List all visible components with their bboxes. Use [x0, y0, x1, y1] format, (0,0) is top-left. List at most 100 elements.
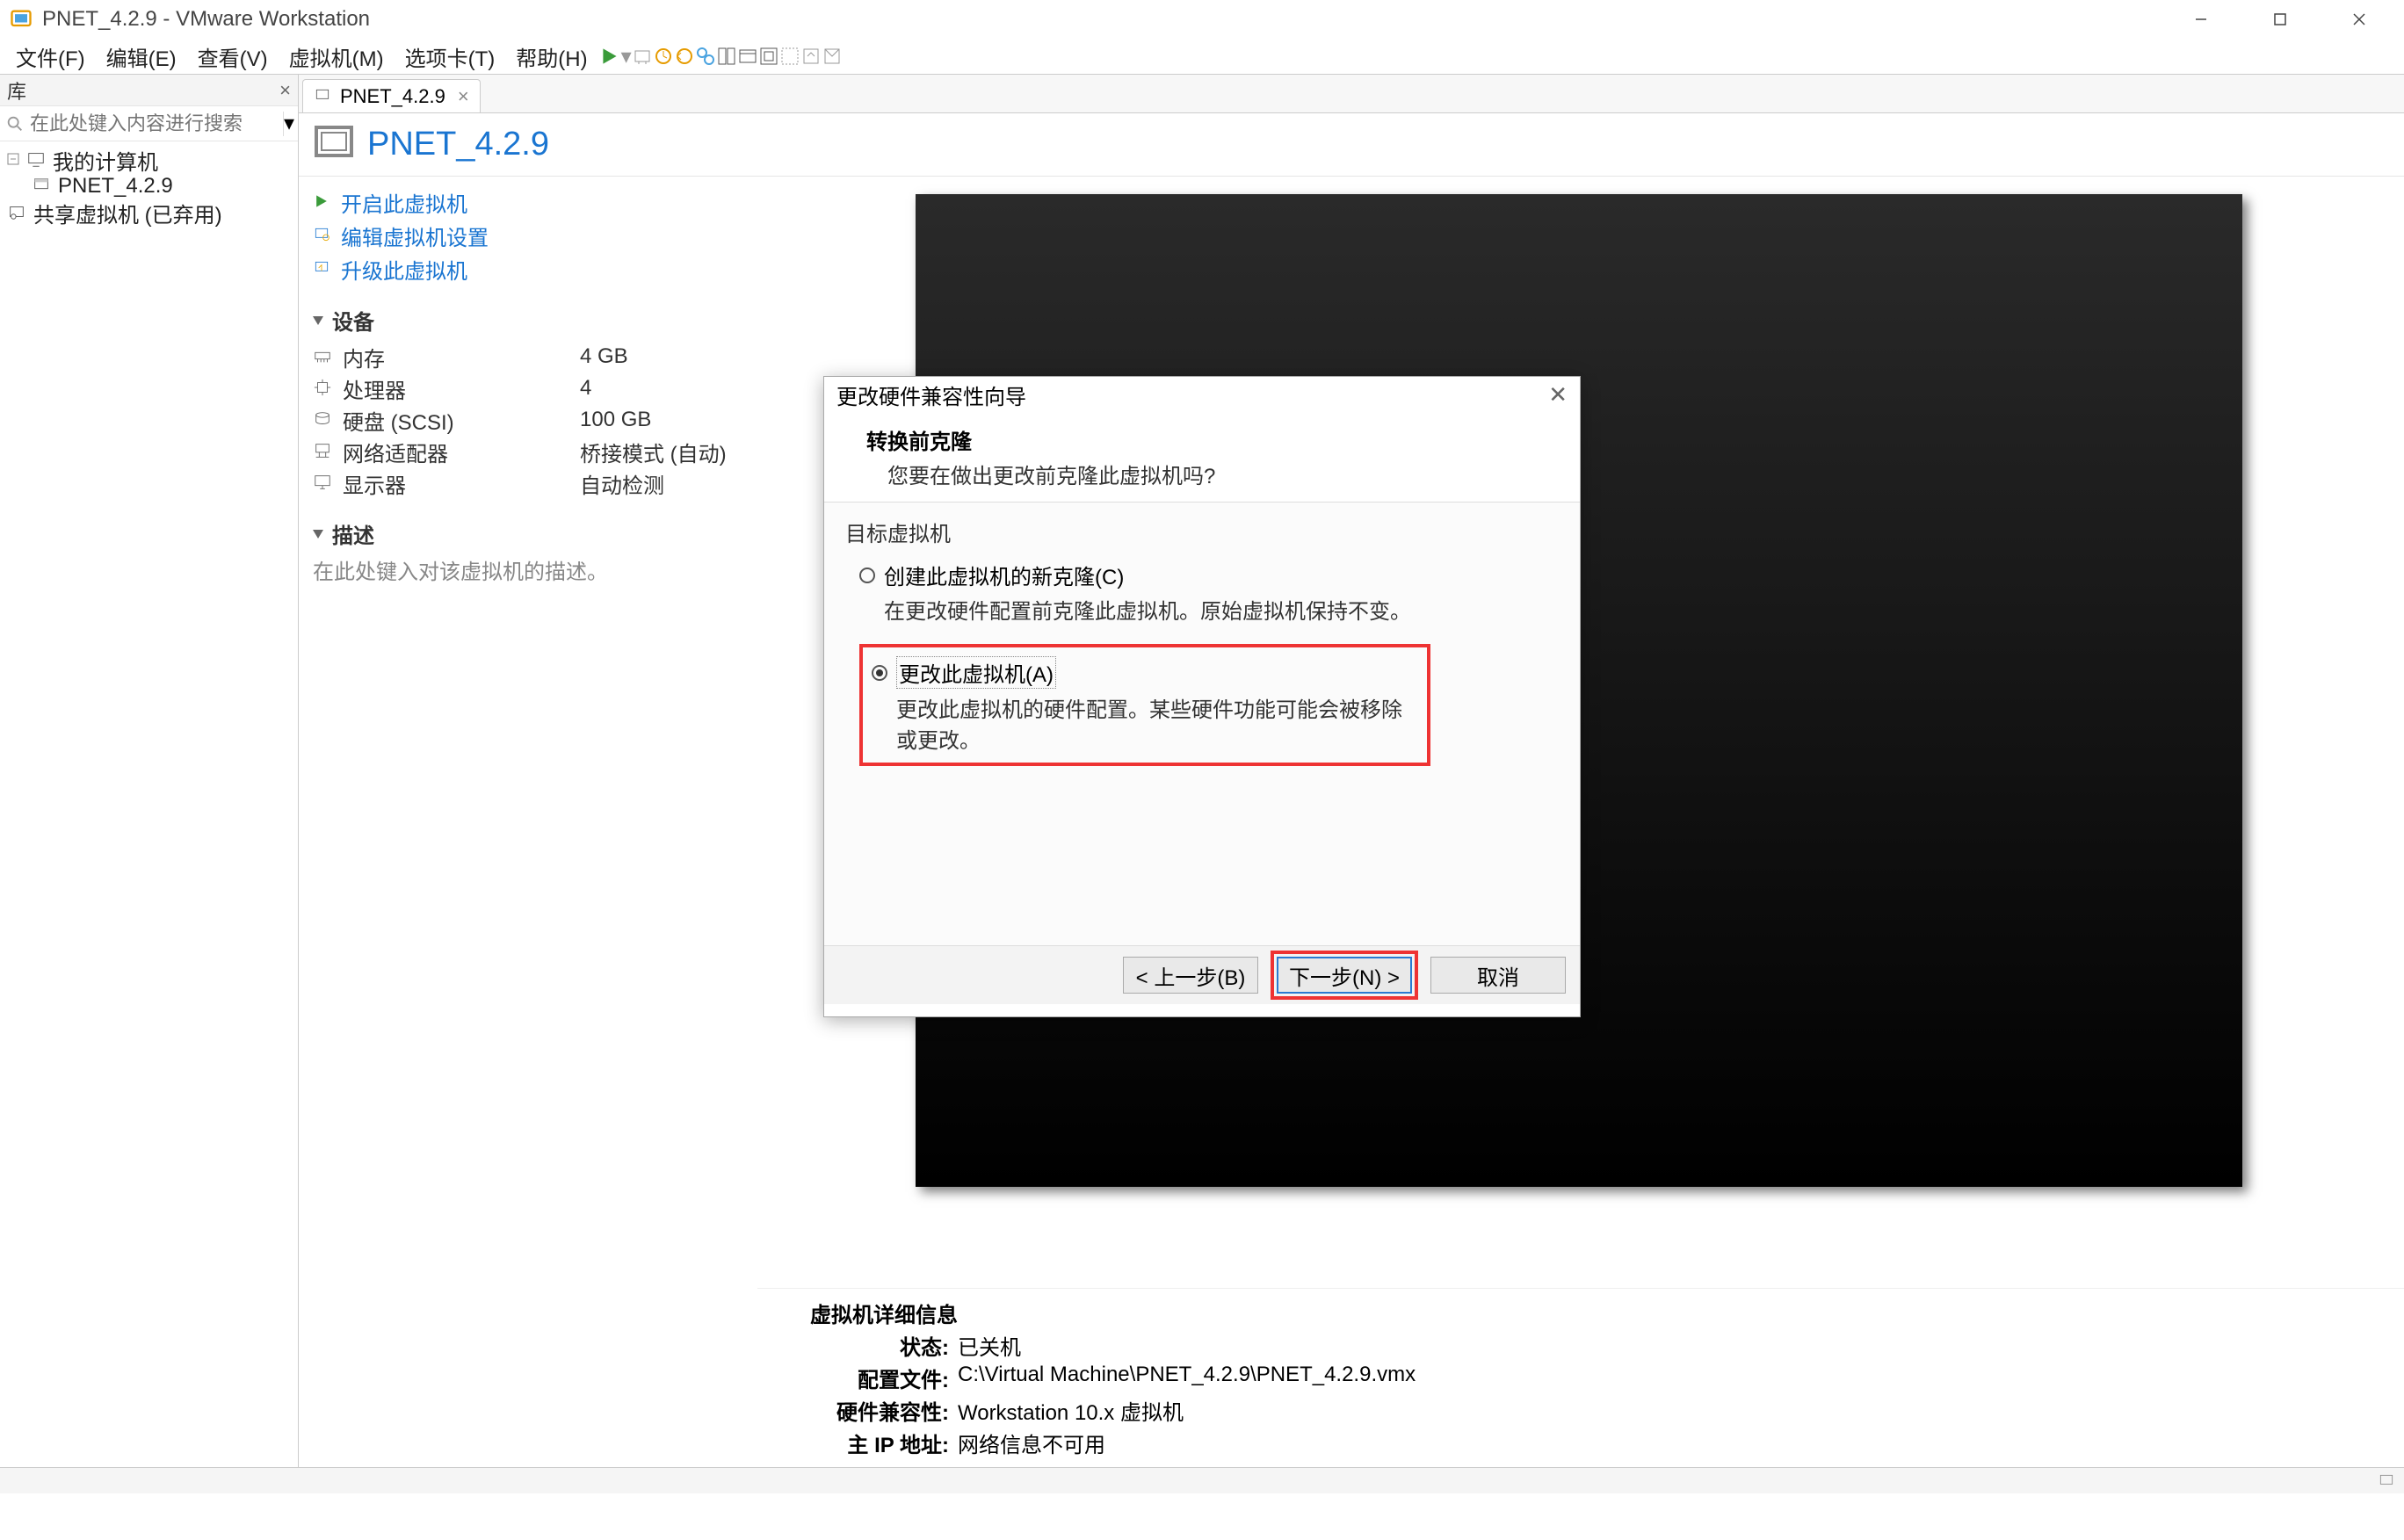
hardware-compat-wizard-dialog: 更改硬件兼容性向导 ✕ 转换前克隆 您要在做出更改前克隆此虚拟机吗? 目标虚拟机…: [823, 376, 1581, 1017]
title-bar: PNET_4.2.9 - VMware Workstation: [0, 0, 2404, 39]
menu-help[interactable]: 帮助(H): [505, 38, 597, 76]
radio-alter-desc: 更改此虚拟机的硬件配置。某些硬件功能可能会被移除或更改。: [896, 692, 1418, 754]
device-disk[interactable]: 硬盘 (SCSI) 100 GB: [313, 404, 743, 436]
tree-my-computer[interactable]: 我的计算机: [4, 147, 294, 173]
details-header[interactable]: 虚拟机详细信息: [801, 1298, 2381, 1328]
disclosure-icon: [313, 530, 323, 539]
computer-icon: [26, 149, 47, 170]
tab-close-icon[interactable]: ×: [458, 85, 469, 108]
description-placeholder[interactable]: 在此处键入对该虚拟机的描述。: [313, 554, 743, 585]
snapshot-button[interactable]: [653, 46, 674, 67]
detail-value: Workstation 10.x 虚拟机: [958, 1395, 1184, 1426]
expander-icon[interactable]: [7, 153, 21, 167]
radio-clone-desc: 在更改硬件配置前克隆此虚拟机。原始虚拟机保持不变。: [884, 594, 1559, 625]
tree-shared[interactable]: 共享虚拟机 (已弃用): [4, 199, 294, 226]
back-button[interactable]: < 上一步(B): [1123, 957, 1258, 994]
cancel-button[interactable]: 取消: [1430, 957, 1566, 994]
menu-bar: 文件(F) 编辑(E) 查看(V) 虚拟机(M) 选项卡(T) 帮助(H) ▾: [0, 39, 2404, 74]
vm-left-pane: 开启此虚拟机 编辑虚拟机设置 升级此虚拟机 设备 内存: [299, 177, 757, 1467]
detail-key: 配置文件:: [826, 1363, 949, 1393]
device-cpu[interactable]: 处理器 4: [313, 372, 743, 404]
detail-config: 配置文件: C:\Virtual Machine\PNET_4.2.9\PNET…: [826, 1363, 2381, 1393]
menu-view[interactable]: 查看(V): [187, 38, 279, 76]
tab-strip: PNET_4.2.9 ×: [299, 75, 2404, 113]
shared-icon: [7, 202, 28, 223]
device-memory[interactable]: 内存 4 GB: [313, 341, 743, 372]
view-fullscreen-button[interactable]: [716, 46, 737, 67]
radio-clone[interactable]: [859, 568, 875, 583]
dialog-subtitle: 转换前克隆: [866, 424, 1559, 455]
device-value: 4 GB: [580, 344, 743, 369]
view-thumbnail-button[interactable]: [822, 46, 843, 67]
menu-file[interactable]: 文件(F): [5, 38, 96, 76]
dialog-header: 转换前克隆 您要在做出更改前克隆此虚拟机吗?: [824, 412, 1580, 502]
device-label: 处理器: [343, 373, 571, 404]
maximize-button[interactable]: [2241, 0, 2320, 39]
search-dropdown-button[interactable]: ▾: [283, 112, 294, 136]
window-controls: [2161, 0, 2399, 39]
device-value: 4: [580, 376, 743, 401]
disclosure-icon: [313, 316, 323, 325]
action-label: 升级此虚拟机: [341, 254, 467, 285]
revert-snapshot-button[interactable]: [674, 46, 695, 67]
view-library-button[interactable]: [800, 46, 822, 67]
device-display[interactable]: 显示器 自动检测: [313, 467, 743, 499]
radio-alter[interactable]: [872, 665, 887, 681]
vm-tab-icon: [314, 87, 333, 106]
detail-key: 状态:: [826, 1330, 949, 1361]
library-panel: 库 × ▾ 我的计算机 PNET_4.2.9 共享虚拟机 (已弃用): [0, 75, 299, 1467]
dialog-body: 目标虚拟机 创建此虚拟机的新克隆(C) 在更改硬件配置前克隆此虚拟机。原始虚拟机…: [824, 502, 1580, 946]
detail-value: C:\Virtual Machine\PNET_4.2.9\PNET_4.2.9…: [958, 1363, 1416, 1393]
section-title: 描述: [332, 518, 374, 549]
detail-key: 主 IP 地址:: [826, 1428, 949, 1458]
dialog-close-button[interactable]: ✕: [1548, 381, 1568, 408]
next-button-highlight: 下一步(N) >: [1271, 951, 1418, 1000]
tree-label: 我的计算机: [53, 145, 158, 176]
library-header: 库 ×: [0, 75, 298, 106]
send-ctrl-alt-del-button[interactable]: [632, 46, 653, 67]
radio-alter-label[interactable]: 更改此虚拟机(A): [896, 656, 1056, 689]
minimize-button[interactable]: [2161, 0, 2241, 39]
next-button[interactable]: 下一步(N) >: [1277, 957, 1412, 994]
action-upgrade[interactable]: 升级此虚拟机: [313, 252, 743, 286]
menu-tabs[interactable]: 选项卡(T): [395, 38, 506, 76]
view-console-button[interactable]: [758, 46, 779, 67]
devices-header[interactable]: 设备: [313, 305, 743, 336]
tab-label: PNET_4.2.9: [340, 85, 445, 108]
view-unity-button[interactable]: [737, 46, 758, 67]
library-close-icon[interactable]: ×: [279, 79, 291, 102]
tree-vm-item[interactable]: PNET_4.2.9: [4, 173, 294, 199]
dialog-subtitle-desc: 您要在做出更改前克隆此虚拟机吗?: [866, 459, 1559, 489]
devices-table: 内存 4 GB 处理器 4 硬盘 (SCSI) 100 GB: [313, 341, 743, 499]
vm-right-pane: 更改硬件兼容性向导 ✕ 转换前克隆 您要在做出更改前克隆此虚拟机吗? 目标虚拟机…: [757, 177, 2404, 1467]
device-value: 桥接模式 (自动): [580, 437, 743, 467]
vm-header: PNET_4.2.9: [299, 113, 2404, 177]
menu-edit[interactable]: 编辑(E): [96, 38, 187, 76]
device-network[interactable]: 网络适配器 桥接模式 (自动): [313, 436, 743, 467]
device-label: 显示器: [343, 468, 571, 499]
tab-vm[interactable]: PNET_4.2.9 ×: [302, 79, 481, 112]
action-power-on[interactable]: 开启此虚拟机: [313, 185, 743, 219]
upgrade-icon: [313, 259, 332, 278]
detail-value: 已关机: [958, 1330, 1021, 1361]
library-search: ▾: [0, 106, 298, 141]
radio-clone-label[interactable]: 创建此虚拟机的新克隆(C): [884, 560, 1124, 590]
action-edit-settings[interactable]: 编辑虚拟机设置: [313, 219, 743, 252]
library-search-input[interactable]: [30, 112, 283, 135]
manage-snapshots-button[interactable]: [695, 46, 716, 67]
statusbar-icon[interactable]: [2378, 1472, 2395, 1490]
menu-vm[interactable]: 虚拟机(M): [279, 38, 395, 76]
dialog-title-bar: 更改硬件兼容性向导 ✕: [824, 377, 1580, 412]
description-header[interactable]: 描述: [313, 518, 743, 549]
view-stretch-button[interactable]: [779, 46, 800, 67]
vm-title: PNET_4.2.9: [367, 126, 549, 163]
close-button[interactable]: [2320, 0, 2399, 39]
status-bar: [0, 1467, 2404, 1493]
library-title: 库: [7, 76, 26, 105]
power-play-button[interactable]: [598, 45, 621, 68]
network-icon: [313, 441, 334, 462]
action-label: 编辑虚拟机设置: [341, 221, 489, 251]
main-area: 库 × ▾ 我的计算机 PNET_4.2.9 共享虚拟机 (已弃用): [0, 75, 2404, 1467]
cpu-icon: [313, 378, 334, 399]
play-icon: [313, 192, 332, 212]
